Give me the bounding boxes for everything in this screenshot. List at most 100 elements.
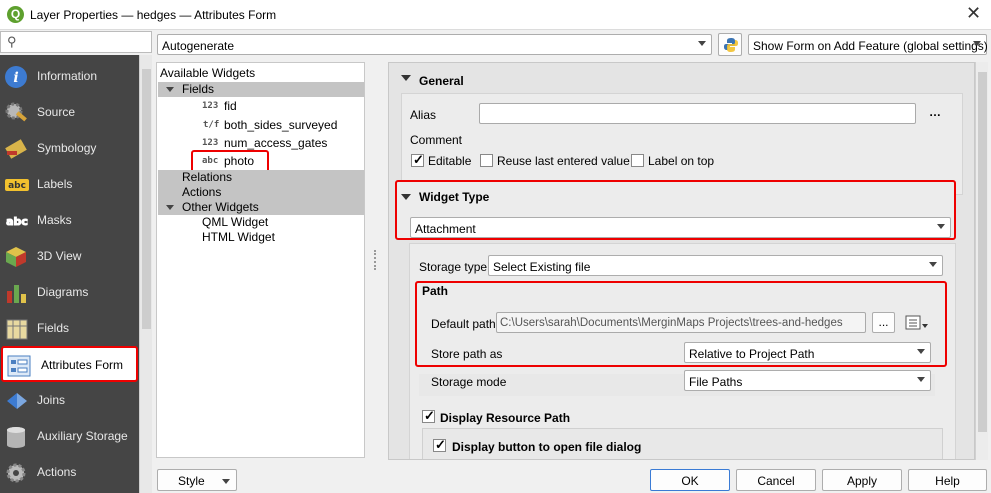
show-form-select[interactable]: Show Form on Add Feature (global setting… bbox=[748, 34, 988, 55]
sidebar-item-symbology[interactable]: Symbology bbox=[0, 131, 139, 167]
display-resource-path-checkbox[interactable] bbox=[422, 408, 435, 424]
tree-field-item[interactable]: 123 fid bbox=[158, 99, 364, 114]
editable-checkbox[interactable] bbox=[411, 152, 424, 168]
tree-node-other-widgets[interactable]: Other Widgets bbox=[158, 200, 364, 215]
available-widgets-tree: Available Widgets Fields 123 fid t/f bot… bbox=[156, 62, 365, 458]
widget-name: HTML Widget bbox=[202, 230, 275, 244]
close-icon[interactable]: ✕ bbox=[966, 3, 981, 24]
path-group-title: Path bbox=[422, 284, 449, 298]
actions-gear-icon bbox=[4, 461, 30, 485]
sidebar-item-label: Source bbox=[37, 105, 76, 119]
chevron-down-icon[interactable] bbox=[917, 377, 925, 382]
splitter-handle[interactable] bbox=[374, 250, 378, 270]
sidebar-item-diagrams[interactable]: Diagrams bbox=[0, 275, 139, 311]
storage-type-label: Storage type bbox=[419, 260, 488, 274]
tree-node-fields[interactable]: Fields bbox=[158, 82, 364, 97]
fields-table-icon bbox=[4, 317, 30, 341]
scrollbar-thumb[interactable] bbox=[142, 69, 151, 329]
qgis-logo-icon: Q bbox=[7, 6, 24, 23]
alias-expression-button[interactable]: … bbox=[929, 105, 941, 119]
python-init-button[interactable] bbox=[718, 33, 742, 56]
sidebar-item-source[interactable]: Source bbox=[0, 95, 139, 131]
sidebar-item-label: Diagrams bbox=[37, 285, 89, 299]
widget-type-value: Attachment bbox=[415, 222, 476, 236]
apply-button-label: Apply bbox=[846, 474, 878, 488]
sidebar-scrollbar[interactable] bbox=[139, 55, 152, 493]
sidebar-item-joins[interactable]: Joins bbox=[0, 383, 139, 419]
tree-node-actions[interactable]: Actions bbox=[158, 185, 364, 200]
display-button-checkbox[interactable] bbox=[433, 437, 446, 453]
svg-text:abc: abc bbox=[8, 181, 26, 191]
storage-mode-select[interactable]: File Paths bbox=[684, 370, 931, 391]
sidebar-item-attributes-form[interactable]: Attributes Form bbox=[1, 346, 138, 382]
default-path-input[interactable]: C:\Users\sarah\Documents\MerginMaps Proj… bbox=[496, 312, 866, 333]
storage-type-value: Select Existing file bbox=[493, 260, 591, 274]
expand-arrow-icon[interactable] bbox=[166, 87, 174, 92]
python-icon bbox=[723, 37, 739, 56]
apply-button[interactable]: Apply bbox=[822, 469, 902, 491]
sidebar-item-3d-view[interactable]: 3D View bbox=[0, 239, 139, 275]
config-scrollbar[interactable] bbox=[975, 62, 988, 460]
title-bar: Q Layer Properties — hedges — Attributes… bbox=[0, 0, 991, 30]
chevron-down-icon bbox=[698, 41, 706, 46]
sidebar-item-label: Labels bbox=[37, 177, 73, 191]
symbology-brush-icon bbox=[4, 137, 30, 161]
tree-node-relations[interactable]: Relations bbox=[158, 170, 364, 185]
widget-type-select[interactable]: Attachment bbox=[410, 217, 951, 238]
sidebar-item-label: Symbology bbox=[37, 141, 97, 155]
svg-text:abc: abc bbox=[6, 215, 28, 228]
style-button[interactable]: Style bbox=[157, 469, 237, 491]
tree-node-label: Other Widgets bbox=[182, 200, 259, 214]
chevron-down-icon[interactable] bbox=[917, 349, 925, 354]
browse-button[interactable]: ... bbox=[872, 312, 895, 333]
label-on-top-checkbox[interactable] bbox=[631, 154, 644, 167]
general-group-title[interactable]: General bbox=[419, 74, 464, 88]
sidebar-item-masks[interactable]: abc Masks bbox=[0, 203, 139, 239]
ok-button[interactable]: OK bbox=[650, 469, 730, 491]
tree-widget-item[interactable]: QML Widget bbox=[158, 215, 364, 230]
display-button-label: Display button to open file dialog bbox=[452, 440, 642, 454]
tree-field-item[interactable]: 123 num_access_gates bbox=[158, 136, 364, 151]
attributes-form-icon bbox=[6, 354, 32, 378]
cancel-button[interactable]: Cancel bbox=[736, 469, 816, 491]
alias-input[interactable] bbox=[479, 103, 916, 124]
integer-type-icon: 123 bbox=[202, 101, 219, 111]
scrollbar-thumb[interactable] bbox=[978, 72, 987, 432]
sidebar-item-label: 3D View bbox=[37, 249, 82, 263]
sidebar-item-information[interactable]: i Information bbox=[0, 59, 139, 95]
collapse-arrow-icon[interactable] bbox=[401, 75, 411, 81]
svg-text:i: i bbox=[13, 70, 18, 86]
chevron-down-icon[interactable] bbox=[937, 224, 945, 229]
layout-mode-select[interactable]: Autogenerate bbox=[157, 34, 712, 55]
show-form-value: Show Form on Add Feature (global setting… bbox=[753, 39, 988, 53]
reuse-last-value-checkbox[interactable] bbox=[480, 154, 493, 167]
tree-widget-item[interactable]: HTML Widget bbox=[158, 230, 364, 245]
storage-type-select[interactable]: Select Existing file bbox=[488, 255, 943, 276]
tree-field-item-selected[interactable]: abc photo bbox=[158, 150, 364, 173]
sidebar-item-actions[interactable]: Actions bbox=[0, 455, 139, 491]
source-gear-icon bbox=[4, 101, 30, 125]
sidebar-item-label: Auxiliary Storage bbox=[37, 429, 128, 443]
store-path-select[interactable]: Relative to Project Path bbox=[684, 342, 931, 363]
tree-field-item[interactable]: t/f both_sides_surveyed bbox=[158, 118, 364, 133]
expand-arrow-icon[interactable] bbox=[166, 205, 174, 210]
widget-type-title[interactable]: Widget Type bbox=[419, 190, 489, 204]
boolean-type-icon: t/f bbox=[203, 120, 220, 130]
display-resource-path-label: Display Resource Path bbox=[440, 411, 571, 425]
storage-mode-label: Storage mode bbox=[431, 375, 507, 389]
sidebar-search-input[interactable]: ⚲ bbox=[0, 31, 152, 53]
sidebar-item-auxiliary-storage[interactable]: Auxiliary Storage bbox=[0, 419, 139, 455]
database-icon bbox=[4, 425, 30, 449]
expression-menu-icon[interactable] bbox=[904, 313, 930, 334]
browse-label: ... bbox=[878, 315, 889, 329]
help-button[interactable]: Help bbox=[908, 469, 987, 491]
window-title: Layer Properties — hedges — Attributes F… bbox=[30, 8, 277, 22]
chevron-down-icon[interactable] bbox=[929, 262, 937, 267]
sidebar-item-labels[interactable]: abc Labels bbox=[0, 167, 139, 203]
joins-icon bbox=[4, 389, 30, 413]
widget-name: QML Widget bbox=[202, 215, 269, 229]
sidebar-item-fields[interactable]: Fields bbox=[0, 311, 139, 347]
collapse-arrow-icon[interactable] bbox=[401, 194, 411, 200]
default-path-label: Default path bbox=[431, 317, 496, 331]
chevron-down-icon bbox=[973, 41, 981, 46]
